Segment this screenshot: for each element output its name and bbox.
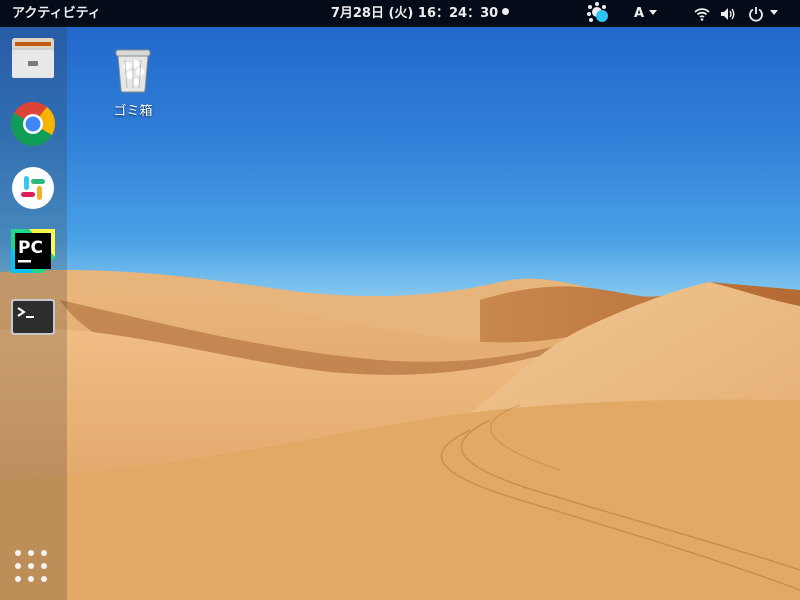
volume-icon [721,8,735,20]
dock-item-files[interactable] [9,34,57,82]
input-method-menu[interactable]: A [626,0,666,27]
dock: PC [0,27,67,600]
slack-icon [12,167,54,209]
top-bar: アクティビティ 7月28日 (火) 16：24：30 A [0,0,800,27]
dock-item-terminal[interactable] [9,293,57,341]
chevron-down-icon [770,10,778,15]
desktop-trash[interactable]: ゴミ箱 [100,44,166,124]
trash-label: ゴミ箱 [113,104,153,119]
power-icon [749,7,763,22]
wifi-icon [694,8,710,21]
terminal-icon [11,299,55,335]
trash-icon [115,49,151,93]
file-cabinet-icon [12,38,54,78]
pycharm-icon: PC [11,229,55,273]
activities-button[interactable]: アクティビティ [0,0,113,27]
clock-button[interactable]: 7月28日 (火) 16：24：30 [300,0,540,27]
dock-item-slack[interactable] [9,164,57,212]
colorful-app-indicator-icon[interactable] [585,0,613,27]
notification-dot-icon [502,8,510,15]
chevron-down-icon [649,10,658,15]
input-method-label: A [634,6,645,21]
dock-item-pycharm[interactable]: PC [9,227,57,275]
svg-text:PC: PC [18,238,43,258]
dock-item-chrome[interactable] [9,100,57,148]
app-grid-icon[interactable] [14,549,50,585]
system-status-menu[interactable] [688,0,800,27]
chrome-icon [11,102,56,146]
clock-label: 7月28日 (火) 16：24：30 [330,6,499,21]
desktop[interactable]: アクティビティ 7月28日 (火) 16：24：30 A PC ゴミ箱 [0,0,800,600]
